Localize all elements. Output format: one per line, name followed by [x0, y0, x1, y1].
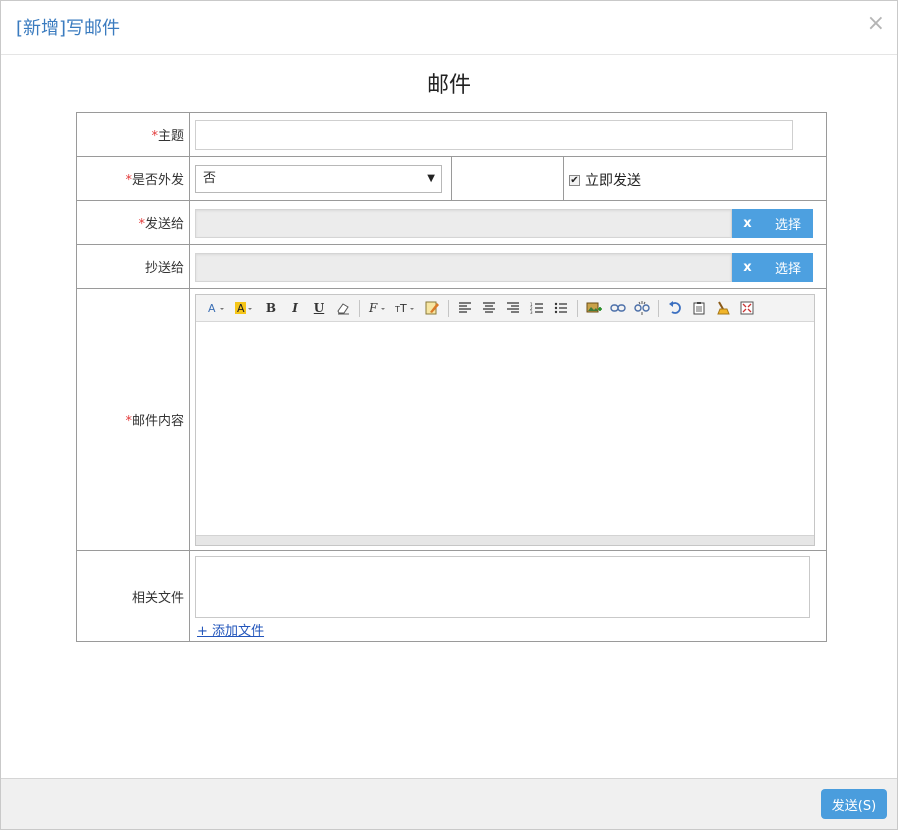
empty-cell	[451, 156, 564, 201]
file-list	[195, 556, 810, 618]
cc-label: 抄送给	[76, 244, 190, 289]
send-button[interactable]: 发送(S)	[821, 789, 887, 819]
cc-recipients-field[interactable]	[195, 253, 732, 282]
eraser-icon[interactable]	[332, 298, 354, 318]
toolbar-separator	[577, 299, 578, 317]
underline-icon[interactable]: U	[308, 298, 330, 318]
send-now-label: 立即发送	[585, 173, 641, 189]
subject-row: *主题	[76, 112, 828, 157]
clean-icon[interactable]	[712, 298, 734, 318]
italic-icon[interactable]: I	[284, 298, 306, 318]
to-select-button[interactable]: 选择	[763, 214, 813, 233]
send-now-option[interactable]: ✔ 立即发送	[569, 170, 641, 190]
editor-statusbar	[196, 535, 814, 545]
align-center-icon[interactable]	[478, 298, 500, 318]
dialog-header: [新增]写邮件 ×	[1, 1, 897, 55]
highlight-color-icon[interactable]: A	[232, 298, 258, 318]
external-row: *是否外发 否 ▼ ✔ 立即发送	[76, 156, 828, 201]
caret-down-icon: ▼	[427, 173, 435, 184]
undo-icon[interactable]	[664, 298, 686, 318]
to-button-group: x 选择	[732, 209, 813, 238]
mail-form: *主题 *是否外发 否 ▼ ✔ 立即发送 *发送给 x 选择 抄送给 x 选择 …	[76, 112, 828, 642]
external-select-value: 否	[203, 171, 217, 186]
rich-text-editor: A A B I U F T T 1 2 3	[195, 294, 815, 546]
external-select[interactable]: 否 ▼	[195, 165, 442, 193]
svg-text:F: F	[368, 301, 378, 315]
toolbar-separator	[359, 299, 360, 317]
cc-button-group: x 选择	[732, 253, 813, 282]
editor-body[interactable]	[196, 322, 814, 535]
compose-mail-dialog: [新增]写邮件 × 邮件 *主题 *是否外发 否 ▼ ✔ 立即发送 *发送给 x…	[0, 0, 898, 830]
to-label: *发送给	[76, 200, 190, 245]
cc-clear-button[interactable]: x	[732, 260, 763, 275]
svg-text:T: T	[399, 302, 407, 315]
link-icon[interactable]	[607, 298, 629, 318]
bold-icon[interactable]: B	[260, 298, 282, 318]
files-row: 相关文件 + 添加文件	[76, 550, 828, 642]
dialog-footer: 发送(S)	[1, 778, 897, 829]
svg-text:A: A	[237, 302, 245, 315]
to-clear-button[interactable]: x	[732, 216, 763, 231]
fullscreen-icon[interactable]	[736, 298, 758, 318]
cc-row: 抄送给 x 选择	[76, 244, 828, 289]
files-label: 相关文件	[76, 550, 190, 642]
font-color-icon[interactable]: A	[204, 298, 230, 318]
subject-input[interactable]	[195, 120, 793, 150]
send-now-checkbox[interactable]: ✔	[569, 174, 580, 186]
ordered-list-icon[interactable]: 123	[526, 298, 548, 318]
cc-select-button[interactable]: 选择	[763, 258, 813, 277]
editor-toolbar: A A B I U F T T 1 2 3	[196, 295, 814, 322]
toolbar-separator	[448, 299, 449, 317]
toolbar-separator	[658, 299, 659, 317]
paint-icon[interactable]	[421, 298, 443, 318]
font-family-icon[interactable]: F	[365, 298, 391, 318]
align-right-icon[interactable]	[502, 298, 524, 318]
unlink-icon[interactable]	[631, 298, 653, 318]
to-row: *发送给 x 选择	[76, 200, 828, 245]
add-file-link[interactable]: + 添加文件	[197, 620, 264, 639]
font-size-icon[interactable]: TT	[393, 298, 419, 318]
close-icon[interactable]: ×	[867, 13, 885, 35]
external-label: *是否外发	[76, 156, 190, 201]
svg-text:A: A	[208, 302, 216, 315]
paste-icon[interactable]	[688, 298, 710, 318]
form-heading: 邮件	[426, 73, 471, 98]
svg-text:3: 3	[530, 310, 533, 314]
to-recipients-field[interactable]	[195, 209, 732, 238]
content-label: *邮件内容	[76, 288, 190, 551]
content-row: *邮件内容 A A B I U F T T 1 2 3	[76, 288, 828, 551]
insert-image-icon[interactable]	[583, 298, 605, 318]
subject-label: *主题	[76, 112, 190, 157]
align-left-icon[interactable]	[454, 298, 476, 318]
dialog-title: [新增]写邮件	[16, 18, 121, 39]
unordered-list-icon[interactable]	[550, 298, 572, 318]
